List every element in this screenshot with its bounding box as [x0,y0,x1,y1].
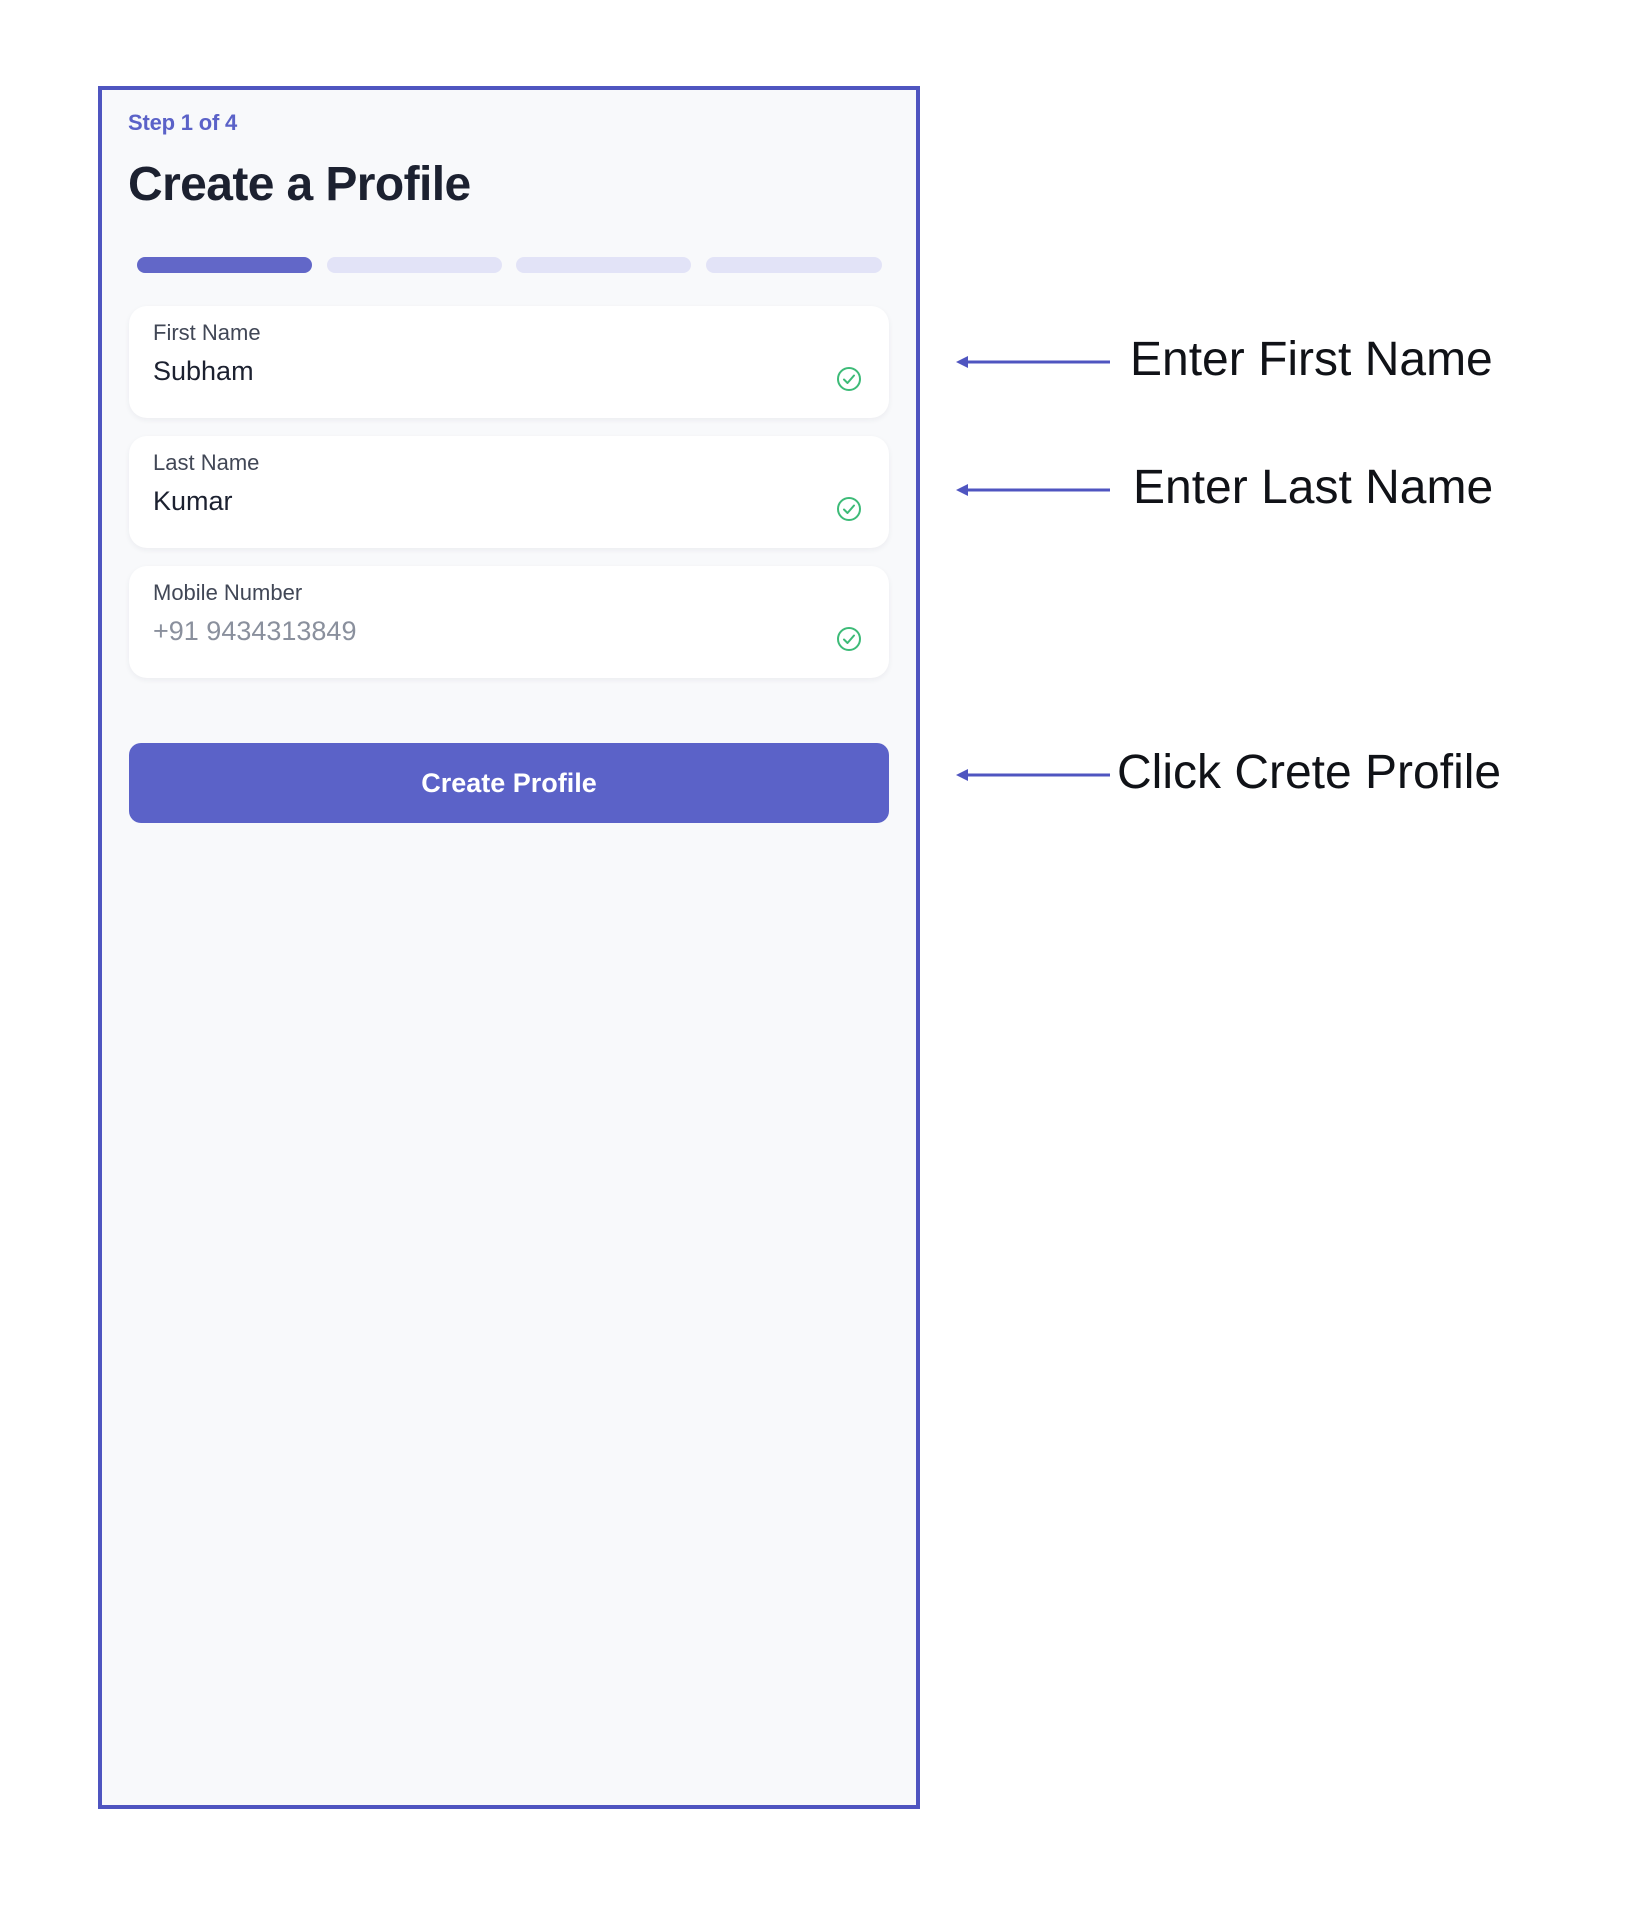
last-name-label: Last Name [153,450,260,475]
annotation-enter-last-name: Enter Last Name [1133,461,1494,514]
progress-segment-1 [137,257,312,273]
mobile-number-field[interactable]: Mobile Number +91 9434313849 [129,566,889,678]
last-name-field[interactable]: Last Name Kumar [129,436,889,548]
progress-segment-3 [516,257,691,273]
annotation-click-create-profile: Click Crete Profile [1117,746,1502,799]
progress-segment-4 [706,257,882,273]
first-name-label: First Name [153,320,261,345]
last-name-input[interactable]: Kumar [153,486,753,517]
step-indicator: Step 1 of 4 [128,110,238,135]
arrow-left-icon [956,484,1110,496]
first-name-field[interactable]: First Name Subham [129,306,889,418]
first-name-input[interactable]: Subham [153,356,753,387]
arrow-left-icon [956,356,1110,368]
page-title: Create a Profile [128,158,471,211]
check-circle-icon [837,497,861,521]
mobile-number-label: Mobile Number [153,580,303,605]
progress-segment-2 [327,257,502,273]
mobile-number-input[interactable]: +91 9434313849 [153,616,753,647]
create-profile-button[interactable]: Create Profile [129,743,889,823]
annotation-enter-first-name: Enter First Name [1130,333,1493,386]
check-circle-icon [837,367,861,391]
check-circle-icon [837,627,861,651]
arrow-left-icon [956,769,1110,781]
